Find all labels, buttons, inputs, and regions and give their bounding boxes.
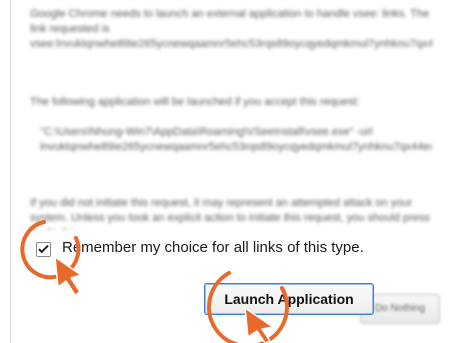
accept-message: The following application will be launch… [30, 96, 360, 108]
checkbox-arrow-cursor-icon [54, 256, 82, 296]
dialog-left-border [10, 0, 11, 343]
command-line-text: "C:\Users\Nhung-Win7\AppData\Roaming\VSe… [40, 126, 432, 153]
warning-message: If you did not initiate this request, it… [30, 197, 430, 230]
remember-choice-label[interactable]: Remember my choice for all links of this… [62, 239, 364, 256]
remember-choice-checkbox[interactable] [36, 242, 51, 257]
external-protocol-dialog: Google Chrome needs to launch an externa… [0, 0, 450, 343]
checkmark-icon [38, 242, 49, 254]
intro-message: Google Chrome needs to launch an externa… [30, 8, 432, 50]
launch-application-button[interactable]: Launch Application [204, 283, 374, 315]
